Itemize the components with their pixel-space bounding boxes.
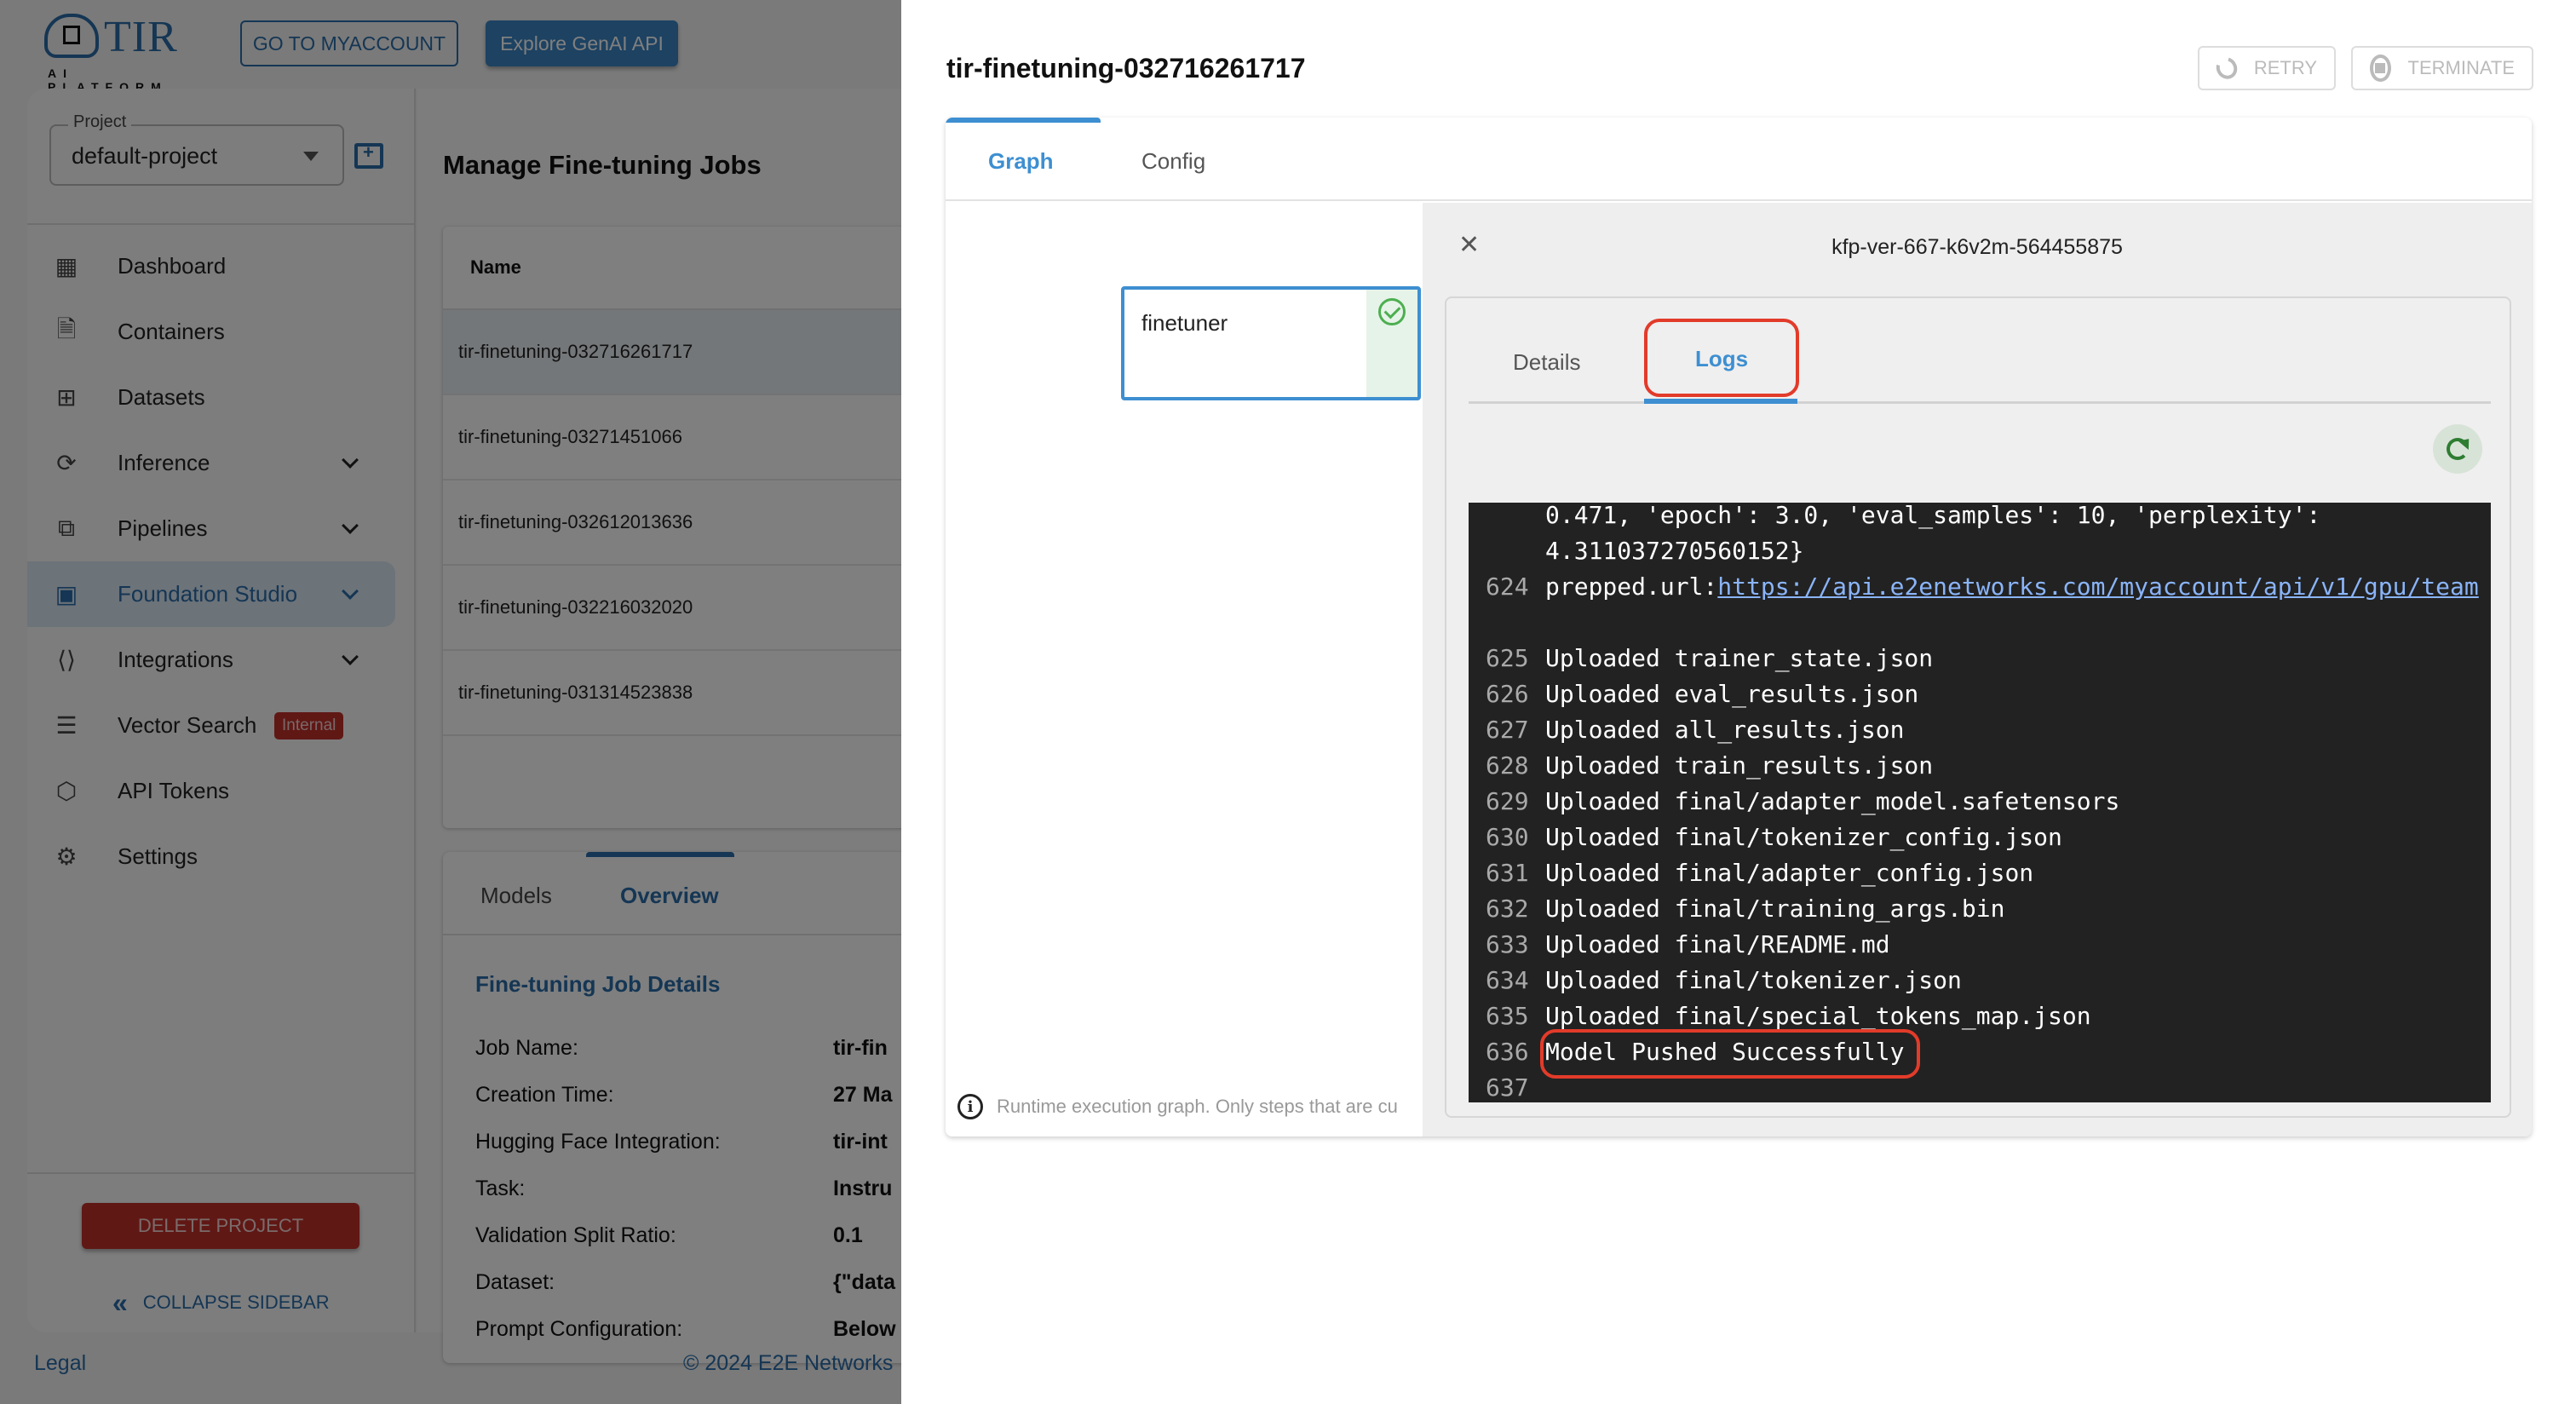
log-viewer[interactable]: 0.471, 'epoch': 3.0, 'eval_samples': 10,…	[1469, 503, 2491, 1102]
terminate-label: TERMINATE	[2407, 57, 2515, 78]
graph-info-note: i Runtime execution graph. Only steps th…	[957, 1094, 1398, 1119]
refresh-icon	[2447, 438, 2469, 460]
node-detail-card: Details Logs 0.471, 'epoch': 3.0, 'eval_…	[1445, 296, 2511, 1118]
log-line-number: 626	[1486, 680, 1529, 708]
retry-label: RETRY	[2253, 57, 2317, 78]
log-line-text: 4.311037270560152}	[1545, 537, 1804, 565]
log-line: 629 Uploaded final/adapter_model.safetens…	[1469, 784, 2491, 820]
run-details-drawer: tir-finetuning-032716261717 RETRY TERMIN…	[901, 0, 2576, 1404]
tab-config[interactable]: Config	[1141, 148, 1205, 175]
log-line-text: prepped.url:https://api.e2enetworks.com/…	[1545, 569, 2479, 605]
log-line-number: 634	[1486, 966, 1529, 994]
log-line-number: 635	[1486, 1002, 1529, 1030]
graph-note-text: Runtime execution graph. Only steps that…	[997, 1096, 1398, 1117]
node-panel-title: kfp-ver-667-k6v2m-564455875	[1831, 235, 2123, 259]
log-line-number: 629	[1486, 787, 1529, 815]
log-line-number: 631	[1486, 859, 1529, 887]
log-line: 626 Uploaded eval_results.json	[1469, 676, 2491, 712]
retry-button[interactable]: RETRY	[2198, 46, 2336, 90]
log-line: 632 Uploaded final/training_args.bin	[1469, 891, 2491, 927]
log-line: 4.311037270560152}	[1469, 533, 2491, 569]
graph-canvas: finetuner i Runtime execution graph. Onl…	[946, 203, 1423, 1136]
log-line: 628 Uploaded train_results.json	[1469, 748, 2491, 784]
node-status	[1366, 290, 1417, 397]
log-line-text: Uploaded train_results.json	[1545, 751, 1934, 780]
drawer-title: tir-finetuning-032716261717	[946, 53, 1306, 83]
log-line-number: 632	[1486, 895, 1529, 923]
log-line-number: 624	[1486, 573, 1529, 601]
log-line-text: 0.471, 'epoch': 3.0, 'eval_samples': 10,…	[1545, 503, 2321, 529]
log-line-text: Uploaded final/training_args.bin	[1545, 895, 2005, 923]
log-line-text: Uploaded final/adapter_model.safetensors	[1545, 787, 2120, 815]
node-name: finetuner	[1141, 310, 1228, 336]
terminate-button[interactable]: TERMINATE	[2351, 46, 2533, 90]
log-line: 634 Uploaded final/tokenizer.json	[1469, 963, 2491, 998]
log-line-number: 637	[1486, 1073, 1529, 1102]
log-line: 624 prepped.url:https://api.e2enetworks.c…	[1469, 569, 2491, 605]
retry-icon	[2212, 53, 2241, 83]
node-side-panel: ✕ kfp-ver-667-k6v2m-564455875 Details Lo…	[1423, 203, 2532, 1136]
stop-icon	[2370, 55, 2391, 82]
log-line-text: Uploaded final/tokenizer_config.json	[1545, 823, 2062, 851]
run-tabs: Graph Config	[946, 118, 2532, 201]
active-tab-indicator	[946, 118, 1101, 123]
log-line-text: Uploaded final/tokenizer.json	[1545, 966, 1962, 994]
log-line-text: Uploaded final/adapter_config.json	[1545, 859, 2034, 887]
log-line: 630 Uploaded final/tokenizer_config.json	[1469, 820, 2491, 855]
annotation-highlight-logs	[1644, 319, 1799, 397]
node-tabs: Details Logs	[1469, 298, 2491, 404]
log-line-number: 625	[1486, 644, 1529, 672]
refresh-logs-button[interactable]	[2433, 424, 2482, 474]
log-line-number: 633	[1486, 930, 1529, 958]
graph-node-finetuner[interactable]: finetuner	[1121, 286, 1421, 400]
log-line-text: Uploaded all_results.json	[1545, 716, 1905, 744]
active-tab-indicator	[1644, 399, 1797, 404]
log-line: 631 Uploaded final/adapter_config.json	[1469, 855, 2491, 891]
log-line-number: 628	[1486, 751, 1529, 780]
tab-details[interactable]: Details	[1513, 349, 1580, 376]
tab-graph[interactable]: Graph	[988, 148, 1054, 175]
check-circle-icon	[1378, 298, 1406, 325]
log-line-number: 636	[1486, 1038, 1529, 1066]
log-line: 627 Uploaded all_results.json	[1469, 712, 2491, 748]
info-icon: i	[957, 1094, 983, 1119]
log-line: 0.471, 'epoch': 3.0, 'eval_samples': 10,…	[1469, 503, 2491, 533]
annotation-highlight-success	[1540, 1029, 1920, 1079]
log-line-text: Uploaded eval_results.json	[1545, 680, 1919, 708]
log-line-text: Uploaded final/README.md	[1545, 930, 1890, 958]
run-tabs-card: Graph Config finetuner i Runtime executi…	[946, 118, 2532, 1136]
log-line-number: 630	[1486, 823, 1529, 851]
log-line-text: Uploaded trainer_state.json	[1545, 644, 1934, 672]
log-line-number: 627	[1486, 716, 1529, 744]
log-url-link[interactable]: https://api.e2enetworks.com/myaccount/ap…	[1717, 573, 2478, 601]
log-line: 633 Uploaded final/README.md	[1469, 927, 2491, 963]
log-line-prefix: prepped.url:	[1545, 573, 1718, 601]
log-line: 625 Uploaded trainer_state.json	[1469, 641, 2491, 676]
